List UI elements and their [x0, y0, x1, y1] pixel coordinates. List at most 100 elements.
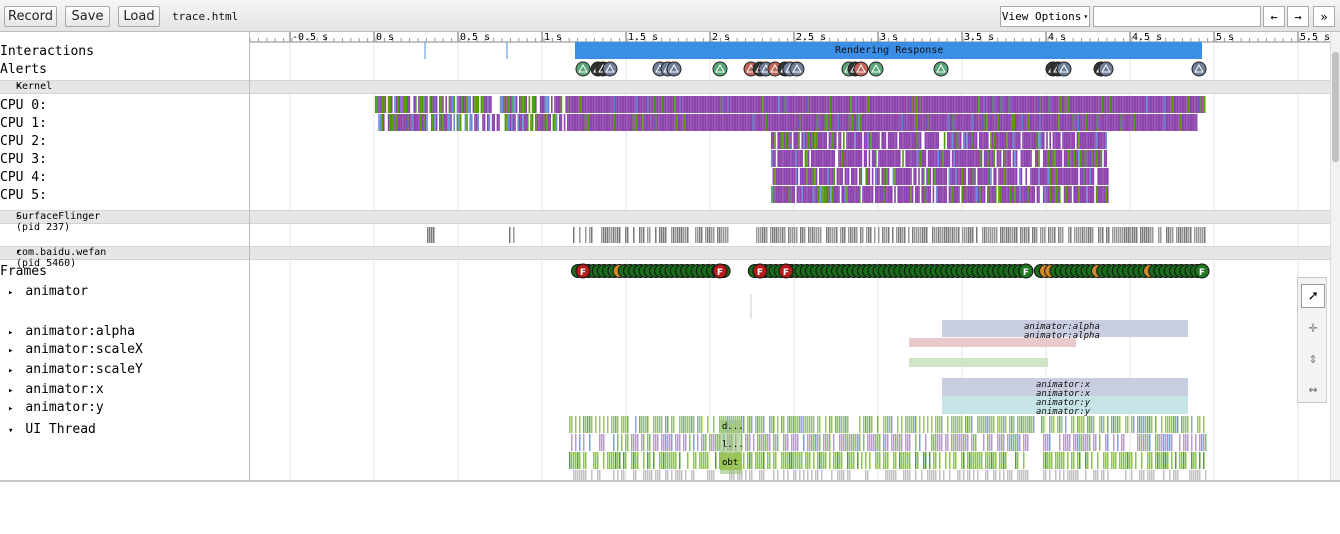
save-button[interactable]: Save: [65, 6, 110, 27]
thread-animator[interactable]: ▸ animator: [8, 284, 88, 299]
cpu-slice: [871, 114, 873, 131]
thread-animator-alpha[interactable]: ▸ animator:alpha: [8, 324, 135, 339]
cpu-slice: [512, 96, 515, 113]
cpu-slice: [1026, 96, 1028, 113]
cpu-slice: [394, 96, 396, 113]
zoom-tool-icon[interactable]: ⇕: [1301, 346, 1325, 370]
cpu-slice: [890, 114, 892, 131]
cpu-slice: [1053, 114, 1055, 131]
timing-tool-icon[interactable]: ↔: [1301, 377, 1325, 401]
ui-thread-slice: [869, 434, 871, 451]
cpu-slice: [855, 150, 858, 167]
cpu-slice: [1061, 114, 1063, 131]
cpu-slice: [1133, 96, 1135, 113]
selection-tool-icon[interactable]: ➚: [1301, 284, 1325, 308]
surfaceflinger-slice: [699, 227, 701, 243]
ui-thread-slice: [997, 434, 999, 451]
more-button[interactable]: »: [1313, 6, 1335, 27]
cpu-slice: [785, 132, 787, 149]
timeline-view[interactable]: FFFFFF -0.5 s0 s 0.5 s1 s 1.5 s2 s 2.5 s3 s…: [0, 32, 1340, 480]
cpu-slice: [879, 150, 882, 167]
ui-thread-slice: [799, 470, 801, 480]
ui-thread-slice: [583, 416, 585, 433]
thread-animator-x[interactable]: ▸ animator:x: [8, 382, 104, 397]
cpu-slice: [1031, 132, 1034, 149]
cpu-slice: [894, 132, 896, 149]
prev-result-button[interactable]: ←: [1263, 6, 1285, 27]
ui-thread-slice: [1073, 470, 1075, 480]
cpu-slice: [775, 186, 778, 203]
cpu-slice: [391, 114, 393, 131]
cpu-slice: [799, 186, 802, 203]
cpu-2-label: CPU 2:: [0, 134, 47, 149]
frames-label: Frames: [0, 264, 47, 279]
cpu-slice: [819, 150, 821, 167]
expand-arrow-icon: ▸: [8, 328, 14, 338]
cpu-slice: [854, 168, 856, 185]
cpu-slice: [942, 168, 944, 185]
cpu-slice: [763, 114, 766, 131]
cpu-slice: [691, 96, 694, 113]
process-header[interactable]: ▾ com.baidu.wefan (pid 5460): [0, 246, 1330, 269]
cpu-slice: [876, 168, 879, 185]
cpu-slice: [845, 114, 847, 131]
thread-animator-scalex[interactable]: ▸ animator:scaleX: [8, 342, 143, 357]
cpu-slice: [772, 168, 775, 185]
record-button[interactable]: Record: [4, 6, 57, 27]
surfaceflinger-slice: [766, 227, 768, 243]
cpu-slice: [509, 114, 511, 131]
view-options-dropdown[interactable]: View Options ▾: [1000, 6, 1090, 27]
ui-thread-slice: [663, 434, 665, 451]
ui-thread-slice: [673, 416, 675, 433]
cpu-slice: [659, 114, 662, 131]
cpu-slice: [699, 114, 702, 131]
cpu-slice: [776, 96, 779, 113]
cpu-slice: [1131, 114, 1134, 131]
thread-ui[interactable]: ▾ UI Thread: [8, 422, 96, 437]
thread-animator-scaley[interactable]: ▸ animator:scaleY: [8, 362, 143, 377]
cpu-slice: [992, 114, 995, 131]
cpu-slice: [930, 114, 932, 131]
cpu-slice: [403, 96, 406, 113]
cpu-slice: [911, 114, 913, 131]
cpu-slice: [784, 114, 787, 131]
cpu-slice: [607, 96, 609, 113]
ui-thread-slice: [661, 416, 663, 433]
pan-tool-icon[interactable]: ✛: [1301, 315, 1325, 339]
ui-thread-slice: [1065, 416, 1067, 433]
ui-thread-slice: [777, 470, 779, 480]
ui-thread-slice: [1197, 470, 1199, 480]
ui-thread-slice: [571, 434, 573, 451]
ui-thread-slice: [1181, 452, 1183, 469]
ui-thread-slice: [955, 452, 957, 469]
thread-animator-y[interactable]: ▸ animator:y: [8, 400, 104, 415]
search-input[interactable]: [1093, 6, 1261, 27]
cpu-slice: [908, 168, 911, 185]
cpu-slice: [1083, 150, 1085, 167]
surfaceflinger-header[interactable]: ▸ SurfaceFlinger (pid 237): [0, 210, 1330, 233]
ui-thread-slice: [1077, 416, 1079, 433]
ui-thread-slice: [649, 434, 651, 451]
load-button[interactable]: Load: [118, 6, 160, 27]
ui-thread-slice: [579, 470, 581, 480]
cpu-slice: [1025, 132, 1027, 149]
vertical-scrollbar[interactable]: [1330, 32, 1340, 480]
ui-thread-slice: [635, 470, 637, 480]
cpu-slice: [958, 132, 960, 149]
next-result-button[interactable]: →: [1287, 6, 1309, 27]
scroll-thumb[interactable]: [1332, 52, 1339, 162]
ui-thread-slice: [1159, 434, 1161, 451]
cpu-slice: [877, 96, 879, 113]
kernel-header[interactable]: ▾ Kernel: [0, 80, 1330, 94]
cpu-slice: [967, 132, 970, 149]
cpu-slice: [969, 186, 971, 203]
cpu-slice: [1114, 96, 1116, 113]
ui-thread-slice: [867, 434, 869, 451]
ui-thread-slice: [683, 434, 685, 451]
cpu-slice: [868, 132, 871, 149]
cpu-slice: [1183, 114, 1185, 131]
cpu-slice: [1086, 186, 1088, 203]
cpu-slice: [482, 96, 484, 113]
surfaceflinger-slice: [788, 227, 790, 243]
cpu-slice: [1160, 114, 1163, 131]
